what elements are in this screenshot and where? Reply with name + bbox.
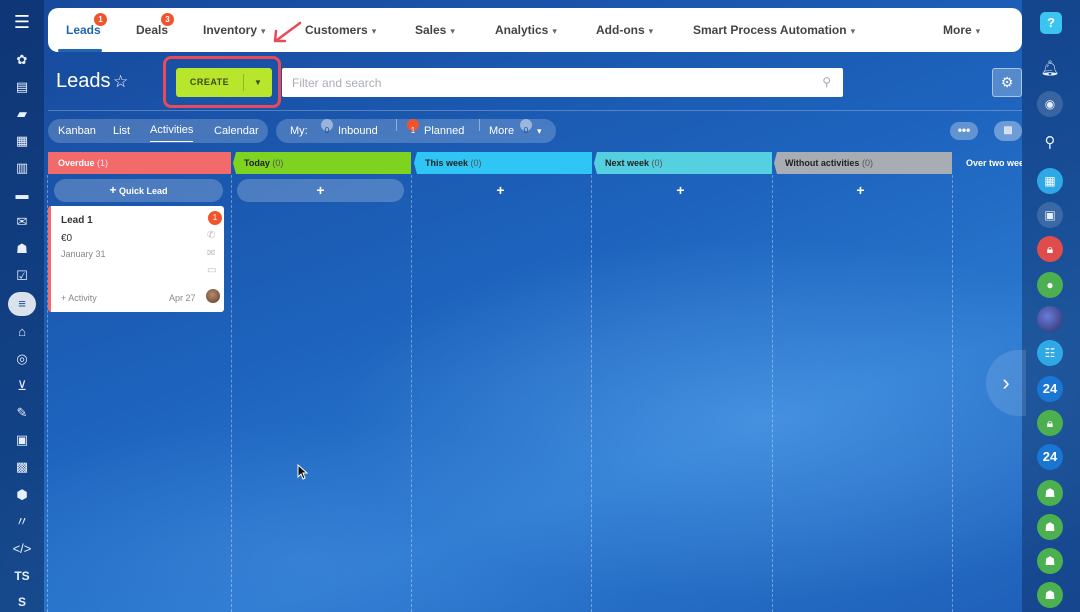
- lock-icon[interactable]: 🔒︎: [1037, 236, 1063, 262]
- add-without-activities-button[interactable]: +: [777, 179, 944, 202]
- mail-icon[interactable]: ✉: [207, 248, 215, 259]
- column-divider: [411, 175, 412, 612]
- bell-icon[interactable]: 🔔︎: [1037, 56, 1063, 82]
- column-divider: [772, 175, 773, 612]
- column-divider: [952, 175, 953, 612]
- add-this-week-button[interactable]: +: [417, 179, 584, 202]
- lead-date: January 31: [61, 249, 106, 259]
- search-icon[interactable]: ⚲: [1037, 130, 1063, 156]
- add-today-button[interactable]: +: [237, 179, 404, 202]
- add-next-week-button[interactable]: +: [597, 179, 764, 202]
- column-next-week[interactable]: Next week (0): [595, 152, 772, 174]
- mouse-cursor-icon: [297, 464, 309, 480]
- column-over-two-weeks[interactable]: Over two weeks: [956, 152, 1022, 174]
- activity-count-badge: 1: [208, 211, 222, 225]
- column-today[interactable]: Today (0): [234, 152, 411, 174]
- phone-icon[interactable]: ✆: [207, 230, 215, 241]
- group-chat-icon[interactable]: ☷: [1037, 340, 1063, 366]
- user-avatar-icon[interactable]: ●: [1037, 272, 1063, 298]
- activity-due-date: Apr 27: [169, 293, 196, 303]
- column-without-activities[interactable]: Without activities (0): [775, 152, 952, 174]
- group-icon-2[interactable]: ☗: [1037, 514, 1063, 540]
- column-divider: [231, 175, 232, 612]
- messenger-icon[interactable]: ◉: [1037, 91, 1063, 117]
- lead-card[interactable]: Lead 1 €0 January 31 1 ✆ ✉ ▭ + Activity …: [48, 206, 224, 312]
- bitrix24-icon-2[interactable]: 24: [1037, 444, 1063, 470]
- lead-amount: €0: [61, 233, 73, 244]
- column-this-week[interactable]: This week (0): [415, 152, 592, 174]
- add-activity-link[interactable]: + Activity: [61, 293, 97, 303]
- help-icon[interactable]: ?: [1040, 12, 1062, 34]
- group-icon-3[interactable]: ☗: [1037, 548, 1063, 574]
- plus-icon: +: [109, 183, 117, 197]
- chat-bubble-icon[interactable]: ▭: [207, 265, 216, 276]
- calendar-icon[interactable]: ▦: [1037, 168, 1063, 194]
- right-sidebar: ? 🔔︎ ◉ ⚲ ▦ ▣ 🔒︎ ● ☷ 24 🔒︎ 24 ☗ ☗ ☗ ☗: [1022, 0, 1080, 612]
- group-icon-1[interactable]: ☗: [1037, 480, 1063, 506]
- bitrix24-icon[interactable]: 24: [1037, 376, 1063, 402]
- contact-icon[interactable]: ▣: [1037, 202, 1063, 228]
- column-overdue[interactable]: Overdue (1): [48, 152, 231, 174]
- lock-green-icon[interactable]: 🔒︎: [1037, 410, 1063, 436]
- quick-lead-button[interactable]: + Quick Lead: [54, 179, 223, 202]
- group-icon-4[interactable]: ☗: [1037, 582, 1063, 608]
- responsible-avatar[interactable]: [206, 289, 220, 303]
- photo-avatar[interactable]: [1037, 306, 1063, 332]
- lead-title[interactable]: Lead 1: [61, 215, 93, 226]
- column-divider: [591, 175, 592, 612]
